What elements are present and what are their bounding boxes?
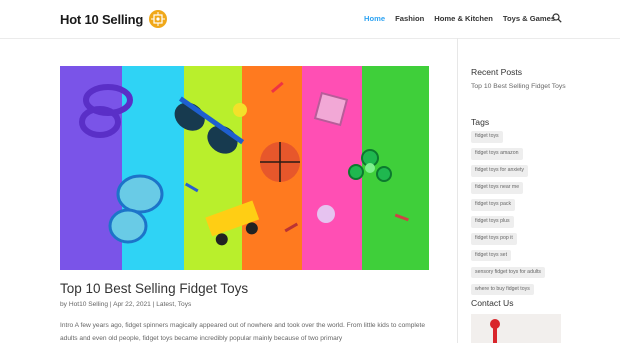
tag-link[interactable]: fidget toys for anxiety — [471, 164, 529, 177]
tag-cloud: fidget toys fidget toys amazon fidget to… — [471, 131, 581, 301]
nav-item-fashion[interactable]: Fashion — [395, 14, 424, 23]
tag-link[interactable]: fidget toys — [471, 131, 503, 143]
fidget-toys-photo — [60, 66, 429, 270]
nav-item-home-kitchen[interactable]: Home & Kitchen — [434, 14, 493, 23]
post-excerpt: Intro A few years ago, fidget spinners m… — [60, 322, 426, 342]
logo-badge-icon — [149, 10, 168, 28]
post-meta: by Hot10 Selling | Apr 22, 2021 | Latest… — [60, 301, 191, 308]
featured-image[interactable] — [60, 66, 429, 270]
fidget-toy-icon — [490, 319, 500, 343]
tag-link[interactable]: fidget toys set — [471, 249, 512, 262]
nav-item-toys-games[interactable]: Toys & Games — [503, 14, 555, 23]
site-logo[interactable]: Hot 10 Selling — [60, 9, 168, 29]
tag-link[interactable]: fidget toys pop it — [471, 232, 517, 245]
tag-link[interactable]: where to buy fidget toys — [471, 283, 534, 296]
tags-heading: Tags — [471, 117, 490, 127]
post-author-link[interactable]: Hot10 Selling — [69, 301, 108, 308]
tag-link[interactable]: fidget toys plus — [471, 215, 514, 228]
post-date: Apr 22, 2021 — [113, 301, 151, 308]
nav-item-home[interactable]: Home — [364, 14, 385, 23]
site-header: Hot 10 Selling Home Fashion Home & Kitch… — [0, 0, 620, 38]
category-link-toys[interactable]: Toys — [178, 301, 192, 308]
tag-link[interactable]: fidget toys pack — [471, 198, 516, 211]
contact-image — [471, 314, 561, 343]
post-title[interactable]: Top 10 Best Selling Fidget Toys — [60, 281, 248, 296]
tag-link[interactable]: fidget toys near me — [471, 181, 524, 194]
tag-link[interactable]: fidget toys amazon — [471, 147, 523, 160]
recent-posts-heading: Recent Posts — [471, 67, 523, 77]
tag-link[interactable]: sensory fidget toys for adults — [471, 266, 546, 279]
main-nav: Home Fashion Home & Kitchen Toys & Games — [364, 14, 565, 23]
category-link-latest[interactable]: Latest — [156, 301, 174, 308]
recent-post-link[interactable]: Top 10 Best Selling Fidget Toys — [471, 81, 581, 93]
search-icon[interactable] — [552, 13, 562, 23]
logo-text: Hot 10 Selling — [60, 11, 144, 27]
contact-heading: Contact Us — [471, 298, 514, 308]
meta-by: by — [60, 301, 67, 308]
sidebar-divider — [457, 38, 458, 343]
